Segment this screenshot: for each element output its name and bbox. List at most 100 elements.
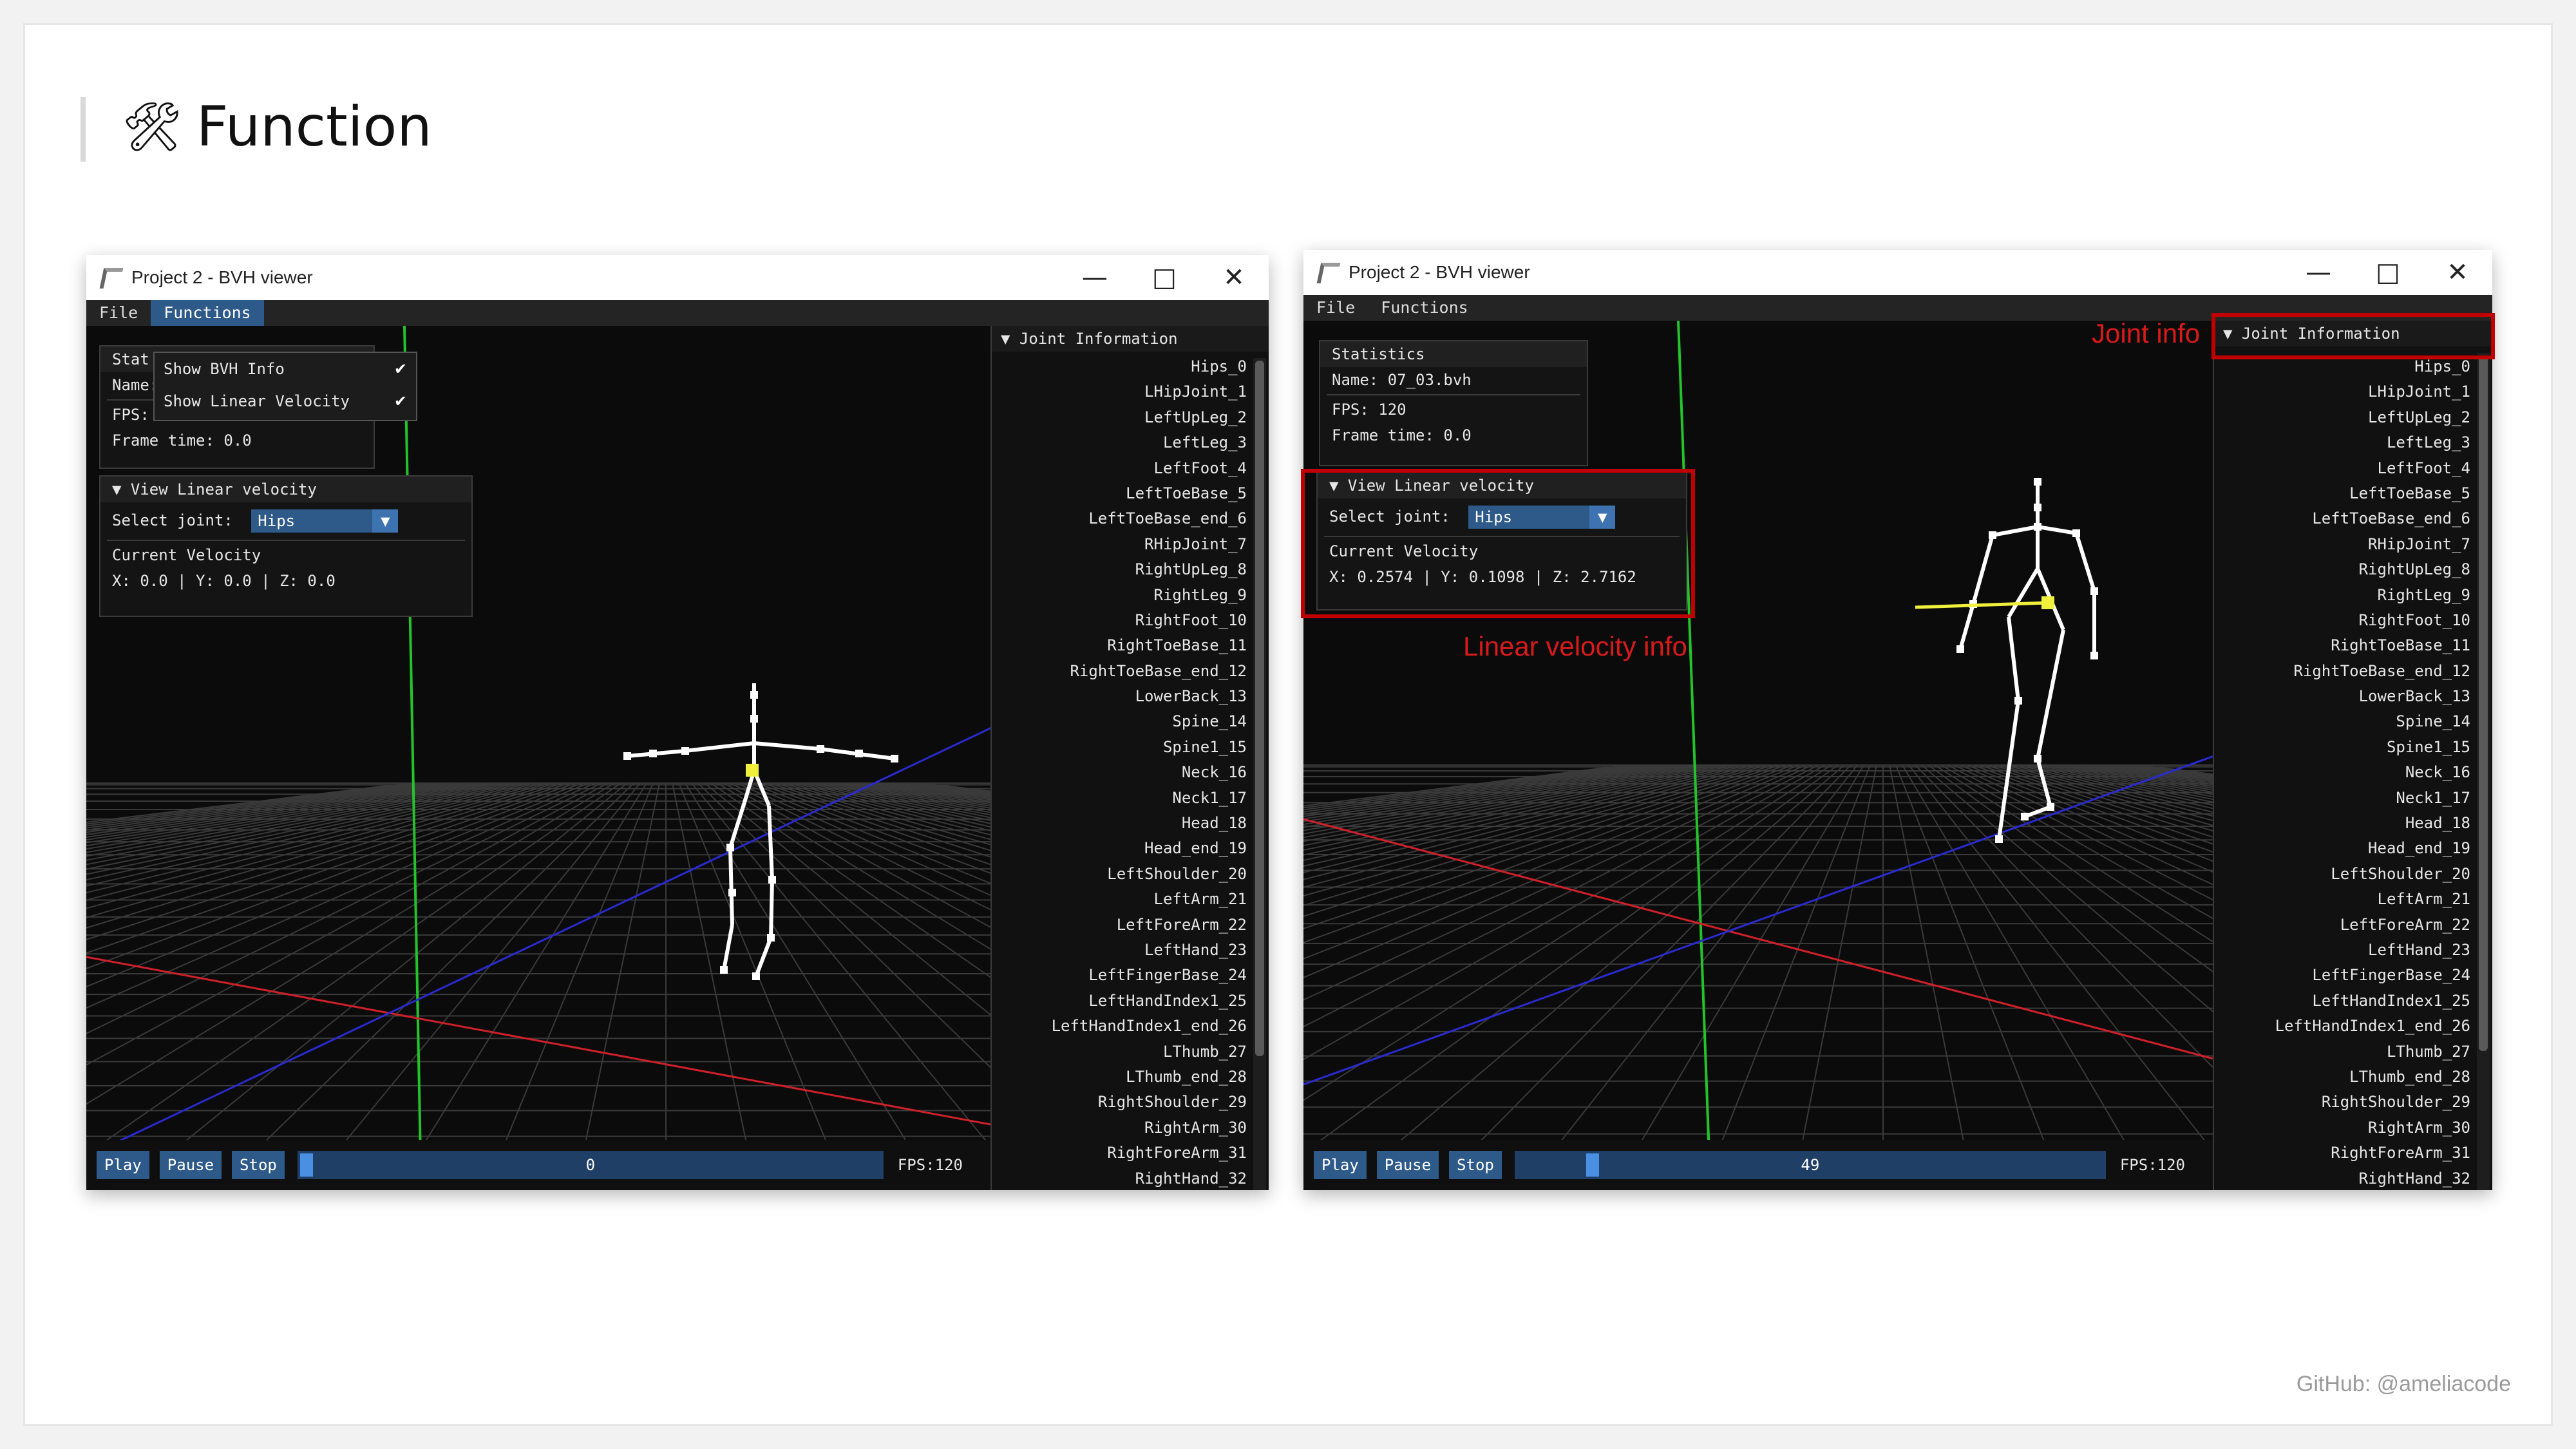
joint-list-item[interactable]: LeftToeBase_5 — [992, 481, 1247, 506]
joint-list-item[interactable]: LeftShoulder_20 — [2214, 862, 2470, 887]
joint-list-item[interactable]: RightForeArm_31 — [992, 1141, 1247, 1166]
joint-list-item[interactable]: LeftToeBase_5 — [2214, 481, 2470, 506]
joint-list-item[interactable]: LeftFoot_4 — [992, 456, 1247, 481]
joint-list-item[interactable]: Neck_16 — [2214, 760, 2470, 785]
joint-list-item[interactable]: LeftHandIndex1_25 — [992, 989, 1247, 1014]
joint-list-item[interactable]: LeftUpLeg_2 — [992, 405, 1247, 430]
3d-viewport[interactable]: Statistics Name: 07_03.bvh FPS: 120 Fram… — [1303, 321, 2492, 1190]
joint-list-item[interactable]: Neck1_17 — [2214, 786, 2470, 811]
joint-list-item[interactable]: Head_18 — [992, 811, 1247, 836]
maximize-button[interactable]: □ — [1130, 255, 1199, 300]
pause-button[interactable]: Pause — [159, 1151, 222, 1179]
window-titlebar[interactable]: Project 2 - BVH viewer — □ ✕ — [1303, 250, 2492, 295]
joint-list-item[interactable]: LHipJoint_1 — [992, 379, 1247, 404]
frame-slider[interactable]: 0 — [297, 1151, 884, 1179]
menu-functions[interactable]: Functions — [1368, 295, 1481, 321]
joint-info-header[interactable]: ▼ Joint Information — [992, 326, 1269, 352]
joint-list-item[interactable]: LThumb_end_28 — [992, 1065, 1247, 1090]
joint-list-item[interactable]: LowerBack_13 — [992, 684, 1247, 709]
menu-file[interactable]: File — [1303, 295, 1368, 321]
grid-line — [575, 782, 660, 1190]
joint-list-item[interactable]: Spine_14 — [2214, 709, 2470, 734]
joint-list-item[interactable]: LeftShoulder_20 — [992, 862, 1247, 887]
statistics-header: Statistics — [1320, 341, 1587, 367]
joint-list-item[interactable]: RightForeArm_31 — [2214, 1141, 2470, 1166]
minimize-button[interactable]: — — [1060, 255, 1130, 300]
joint-list-item[interactable]: LeftHandIndex1_end_26 — [992, 1014, 1247, 1039]
joint-list-item[interactable]: LeftUpLeg_2 — [2214, 405, 2470, 430]
joint-list-item[interactable]: RightLeg_9 — [992, 583, 1247, 608]
joint-list-item[interactable]: LowerBack_13 — [2214, 684, 2470, 709]
joint-list-item[interactable]: LeftLeg_3 — [992, 430, 1247, 455]
joint-list-item[interactable]: LeftForeArm_22 — [992, 913, 1247, 938]
joint-list-item[interactable]: LeftArm_21 — [2214, 887, 2471, 912]
minimize-button[interactable]: — — [2284, 250, 2353, 295]
joint-list-item[interactable]: RightArm_30 — [992, 1115, 1247, 1141]
joint-list-item[interactable]: RightToeBase_11 — [992, 633, 1247, 658]
joint-list-item[interactable]: LHipJoint_1 — [2214, 379, 2470, 404]
joint-list-item[interactable]: RightFoot_10 — [2214, 608, 2470, 633]
joint-list-item[interactable]: LeftHand_23 — [992, 938, 1247, 963]
playback-bar: Play Pause Stop 0 FPS:120 — [86, 1140, 990, 1190]
joint-list-item[interactable]: Spine1_15 — [2214, 735, 2470, 760]
scrollbar-thumb[interactable] — [1255, 361, 1264, 1056]
joint-list-item[interactable]: RHipJoint_7 — [992, 532, 1247, 557]
joint-list-item[interactable]: LeftLeg_3 — [2214, 430, 2470, 455]
menu-functions[interactable]: Functions — [151, 300, 264, 326]
joint-list-item[interactable]: LeftToeBase_end_6 — [2214, 506, 2470, 531]
joint-list-item[interactable]: LeftFoot_4 — [2214, 456, 2471, 481]
joint-list-item[interactable]: RightToeBase_end_12 — [2214, 659, 2470, 684]
velocity-header[interactable]: ▼ View Linear velocity — [100, 477, 471, 502]
joint-list-item[interactable]: RightToeBase_11 — [2214, 633, 2470, 658]
joint-list-item[interactable]: RightUpLeg_8 — [2214, 557, 2470, 582]
joint-list-item[interactable]: Head_end_19 — [992, 836, 1247, 861]
joint-list-item[interactable]: LThumb_27 — [992, 1039, 1247, 1065]
joint-list-item[interactable]: RightToeBase_end_12 — [992, 659, 1247, 684]
joint-list-item[interactable]: LeftHand_23 — [2214, 938, 2470, 963]
play-button[interactable]: Play — [97, 1151, 149, 1179]
menu-file[interactable]: File — [86, 300, 151, 326]
joint-list-item[interactable]: LeftHandIndex1_25 — [2214, 989, 2470, 1014]
joint-list-item[interactable]: LeftArm_21 — [992, 887, 1247, 912]
joint-list-item[interactable]: LThumb_27 — [2214, 1039, 2470, 1065]
joint-list-item[interactable]: RightShoulder_29 — [2214, 1090, 2470, 1115]
close-button[interactable]: ✕ — [2423, 250, 2492, 295]
joint-list-item[interactable]: LThumb_end_28 — [2214, 1065, 2470, 1090]
window-titlebar[interactable]: Project 2 - BVH viewer — □ ✕ — [86, 255, 1269, 300]
joint-list-item[interactable]: RightFoot_10 — [992, 608, 1247, 633]
joint-list-item[interactable]: Head_end_19 — [2214, 836, 2470, 861]
joint-list-item[interactable]: Hips_0 — [992, 354, 1247, 379]
maximize-button[interactable]: □ — [2353, 250, 2423, 295]
joint-list-item[interactable]: Spine1_15 — [992, 735, 1247, 760]
joint-list-item[interactable]: LeftHandIndex1_end_26 — [2214, 1014, 2470, 1039]
joint-list-item[interactable]: LeftToeBase_end_6 — [992, 506, 1247, 531]
joint-list-item[interactable]: RightUpLeg_8 — [992, 557, 1247, 582]
joint-list-item[interactable]: LeftFingerBase_24 — [2214, 963, 2470, 988]
stop-button[interactable]: Stop — [1449, 1151, 1502, 1179]
stop-button[interactable]: Stop — [232, 1151, 285, 1179]
joint-list-item[interactable]: RightHand_32 — [2214, 1166, 2470, 1191]
menu-item-show-bvh-info[interactable]: Show BVH Info ✔ — [155, 353, 416, 385]
joint-list-item[interactable]: LeftForeArm_22 — [2214, 913, 2470, 938]
joint-select-dropdown[interactable]: Hips ▼ — [251, 509, 399, 533]
joint-list-item[interactable]: Neck1_17 — [992, 786, 1247, 811]
collapse-triangle-icon: ▼ — [112, 480, 122, 498]
pause-button[interactable]: Pause — [1376, 1151, 1439, 1179]
joint-list-item[interactable]: RightShoulder_29 — [992, 1090, 1247, 1115]
joint-list-item[interactable]: Spine_14 — [992, 709, 1247, 734]
close-button[interactable]: ✕ — [1199, 255, 1269, 300]
joint-list-item[interactable]: Head_18 — [2214, 811, 2470, 836]
frame-slider[interactable]: 49 — [1514, 1151, 2106, 1179]
joint-list-scrollbar[interactable] — [1253, 358, 1266, 1190]
3d-viewport[interactable]: Stat Name: 07_03.bvh FPS: 120 Frame time… — [86, 326, 1269, 1190]
joint-list-item[interactable]: RightArm_30 — [2214, 1115, 2470, 1141]
scrollbar-thumb[interactable] — [2479, 355, 2488, 1051]
joint-list-item[interactable]: Neck_16 — [992, 760, 1247, 785]
joint-list-item[interactable]: LeftFingerBase_24 — [992, 963, 1247, 988]
joint-list-scrollbar[interactable] — [2477, 353, 2490, 1190]
joint-list-item[interactable]: RHipJoint_7 — [2214, 532, 2470, 557]
joint-list-item[interactable]: RightHand_32 — [992, 1166, 1247, 1191]
joint-list-item[interactable]: RightLeg_9 — [2214, 583, 2471, 608]
menu-item-show-linear-velocity[interactable]: Show Linear Velocity ✔ — [155, 385, 416, 417]
play-button[interactable]: Play — [1314, 1151, 1367, 1179]
